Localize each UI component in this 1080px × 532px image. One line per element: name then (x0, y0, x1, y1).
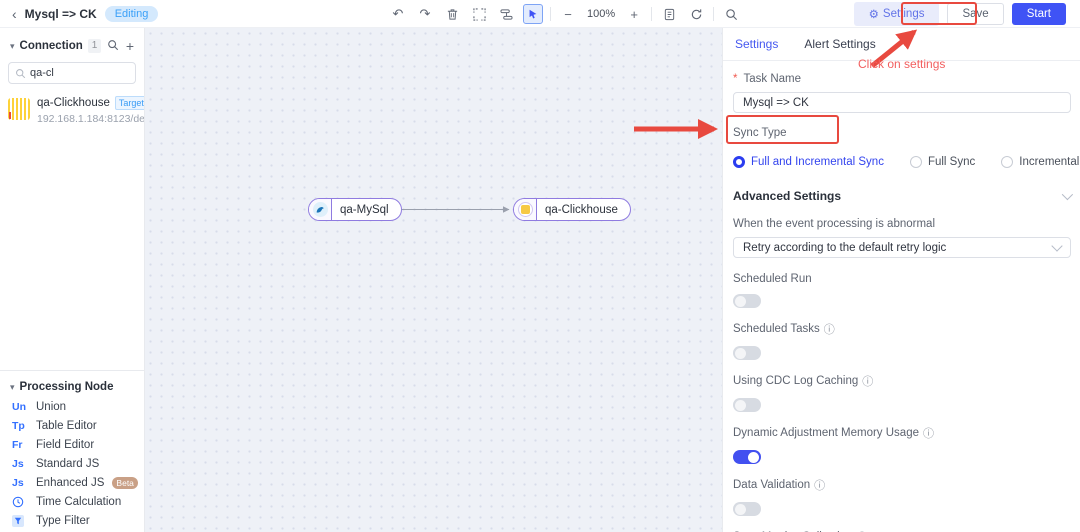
divider (723, 60, 1080, 61)
settings-button[interactable]: ⚙ Settings (853, 1, 940, 26)
connection-count-badge: 1 (87, 39, 102, 53)
zoom-in-icon[interactable]: + (624, 4, 644, 24)
field-editor-icon: Fr (12, 438, 23, 451)
scheduled-tasks-toggle[interactable] (733, 346, 761, 360)
start-button[interactable]: Start (1011, 2, 1066, 25)
info-icon: ⓘ (814, 480, 826, 492)
clock-icon (12, 496, 28, 508)
processing-item-table-editor[interactable]: Tp Table Editor (0, 416, 144, 435)
scheduled-run-toggle[interactable] (733, 294, 761, 308)
radio-incremental-sync[interactable]: Incremental Sync (1001, 156, 1080, 168)
abnormal-processing-label: When the event processing is abnormal (733, 218, 935, 230)
info-icon: ⓘ (922, 428, 934, 440)
delete-icon[interactable] (442, 4, 462, 24)
mysql-icon (309, 199, 332, 220)
left-sidebar: ▾ Connection 1 + qa-Clickhouse Target 19… (0, 28, 145, 532)
status-badge: Editing (104, 5, 159, 22)
settings-panel: Settings Alert Settings *Task Name Sync … (722, 28, 1080, 532)
redo-icon[interactable]: ↷ (415, 4, 435, 24)
connection-item-qa-clickhouse[interactable]: qa-Clickhouse Target 192.168.1.184:8123/… (0, 92, 144, 129)
undo-icon[interactable]: ↶ (388, 4, 408, 24)
auto-layout-icon[interactable] (496, 4, 516, 24)
panel-tabs: Settings Alert Settings (735, 32, 1070, 56)
fit-view-icon[interactable] (469, 4, 489, 24)
union-icon: Un (12, 400, 26, 413)
connection-search-box (8, 62, 136, 84)
dynamic-memory-label: Dynamic Adjustment Memory Usage ⓘ (733, 427, 934, 440)
tab-alert-settings[interactable]: Alert Settings (804, 37, 875, 51)
sync-type-options: Full and Incremental Sync Full Sync Incr… (733, 153, 1080, 171)
toolbar-divider (651, 7, 653, 21)
node-qa-mysql[interactable]: qa-MySql (308, 198, 402, 221)
processing-item-time-calculation[interactable]: Time Calculation (0, 492, 144, 511)
connection-name: qa-Clickhouse (37, 97, 110, 109)
processing-item-enhanced-js[interactable]: Js Enhanced JS Beta (0, 473, 144, 492)
zoom-level: 100% (587, 8, 616, 20)
enhanced-js-icon: Js (12, 476, 24, 489)
task-name-input[interactable] (733, 92, 1071, 113)
connection-section-header[interactable]: ▾ Connection 1 + (0, 28, 144, 60)
dynamic-memory-toggle[interactable] (733, 450, 761, 464)
page-title: Mysql => CK (24, 6, 97, 21)
back-icon[interactable]: ‹ (12, 7, 17, 21)
standard-js-icon: Js (12, 457, 24, 470)
add-connection-icon[interactable]: + (126, 38, 134, 54)
beta-badge: Beta (112, 476, 138, 489)
info-icon: ⓘ (862, 376, 874, 388)
save-button[interactable]: Save (947, 2, 1004, 25)
connection-search-icon[interactable] (107, 39, 119, 54)
radio-full-sync[interactable]: Full Sync (909, 156, 975, 168)
clickhouse-icon (8, 98, 30, 120)
advanced-settings-header[interactable]: Advanced Settings (733, 188, 1074, 203)
table-editor-icon: Tp (12, 419, 25, 432)
search-icon (16, 68, 26, 78)
select-cursor-icon[interactable] (523, 4, 543, 24)
tab-settings[interactable]: Settings (735, 37, 778, 51)
toolbar-divider (713, 7, 715, 21)
top-bar: ‹ Mysql => CK Editing ↶ ↷ − 100% + ⚙ Set… (0, 0, 1080, 28)
connection-title: Connection (19, 40, 83, 52)
task-name-label: * Task Name (733, 73, 802, 85)
cdc-log-caching-toggle[interactable] (733, 398, 761, 412)
toolbar-divider (550, 7, 551, 21)
sync-type-label: Sync Type (733, 127, 787, 139)
processing-node-section: ▾ Processing Node Un Union Tp Table Edit… (0, 370, 144, 532)
gear-icon: ⚙ (868, 8, 879, 21)
processing-item-field-editor[interactable]: Fr Field Editor (0, 435, 144, 454)
scheduled-run-label: Scheduled Run (733, 273, 812, 285)
cdc-log-caching-label: Using CDC Log Caching ⓘ (733, 375, 874, 388)
pipeline-canvas[interactable]: qa-MySql qa-Clickhouse (145, 28, 722, 532)
refresh-icon[interactable] (686, 4, 706, 24)
processing-item-union[interactable]: Un Union (0, 397, 144, 416)
processing-section-header[interactable]: ▾ Processing Node (0, 371, 144, 397)
data-validation-toggle[interactable] (733, 502, 761, 516)
zoom-out-icon[interactable]: − (558, 4, 578, 24)
caret-down-icon: ▾ (10, 381, 15, 392)
chevron-down-icon (1051, 240, 1063, 252)
chevron-down-icon (1061, 188, 1074, 201)
clickhouse-node-icon (514, 199, 537, 220)
info-icon: ⓘ (823, 324, 835, 336)
processing-item-type-filter[interactable]: Type Filter (0, 511, 144, 530)
data-validation-label: Data Validation ⓘ (733, 479, 826, 492)
target-tag: Target (114, 96, 144, 110)
log-icon[interactable] (659, 4, 679, 24)
node-qa-clickhouse[interactable]: qa-Clickhouse (513, 198, 631, 221)
connection-address: 192.168.1.184:8123/default (37, 113, 145, 125)
search-icon[interactable] (721, 4, 741, 24)
retry-logic-select[interactable]: Retry according to the default retry log… (733, 237, 1071, 258)
processing-title: Processing Node (19, 381, 114, 393)
node-connector-edge (401, 206, 510, 213)
type-filter-icon (12, 514, 28, 527)
radio-full-and-incremental-sync[interactable]: Full and Incremental Sync (733, 156, 884, 168)
caret-down-icon: ▾ (10, 40, 15, 51)
connection-search-input[interactable] (30, 67, 120, 79)
canvas-toolbar: ↶ ↷ − 100% + (388, 0, 741, 28)
processing-item-standard-js[interactable]: Js Standard JS (0, 454, 144, 473)
scheduled-tasks-label: Scheduled Tasks ⓘ (733, 323, 835, 336)
